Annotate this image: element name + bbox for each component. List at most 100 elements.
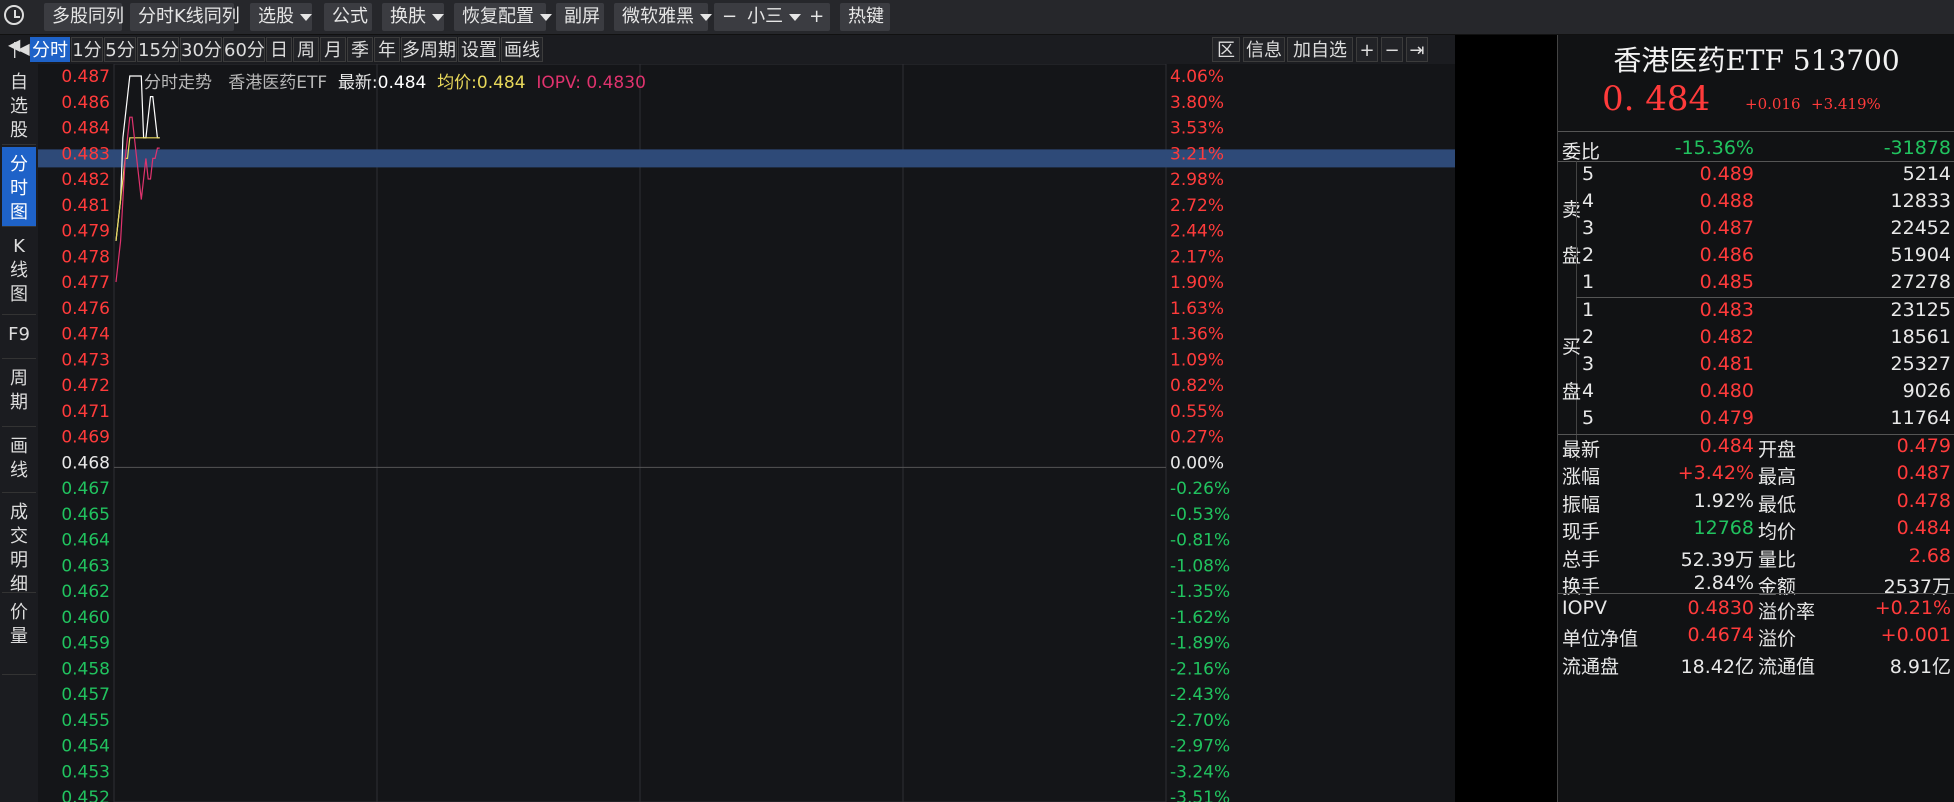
nav-item-label: 分时图 bbox=[10, 154, 28, 223]
toolbar-button-label: 恢复配置 bbox=[462, 6, 534, 27]
pct-tick-label: 2.98% bbox=[1170, 170, 1224, 190]
chart-tool-5[interactable]: ⇥ bbox=[1406, 37, 1428, 62]
order-volume: 27278 bbox=[1890, 271, 1951, 293]
divider bbox=[1576, 297, 1954, 298]
period-tab-1[interactable]: 1分 bbox=[71, 37, 103, 62]
pct-tick-label: -1.08% bbox=[1170, 556, 1230, 576]
chevron-down-icon bbox=[700, 13, 712, 21]
nav-item-3[interactable]: F9 bbox=[2, 317, 36, 359]
last-price: 0. 484 bbox=[1602, 79, 1711, 119]
clock-icon[interactable] bbox=[4, 5, 24, 25]
stat-value: 0.484 bbox=[1896, 517, 1951, 540]
price-tick-label: 0.476 bbox=[61, 299, 110, 319]
toolbar-button-5[interactable]: 恢复配置 bbox=[454, 3, 552, 31]
order-volume: 11764 bbox=[1890, 407, 1951, 429]
toolbar-button-6[interactable]: 副屏 bbox=[556, 3, 604, 31]
font-decrease-button[interactable]: − bbox=[722, 6, 737, 27]
toolbar-button-2[interactable]: 选股 bbox=[250, 3, 312, 31]
toolbar-button-3[interactable]: 公式 bbox=[324, 3, 372, 31]
stat-value: 0.479 bbox=[1896, 435, 1951, 457]
legend-latest-label: 最新: bbox=[337, 73, 378, 93]
price-tick-label: 0.460 bbox=[61, 608, 110, 628]
toolbar-button-8[interactable]: 热键 bbox=[840, 3, 890, 31]
legend-name: 香港医药ETF bbox=[228, 73, 328, 93]
pct-tick-label: 2.72% bbox=[1170, 196, 1224, 216]
chart-tool-0[interactable]: 区 bbox=[1212, 37, 1240, 62]
divider bbox=[1558, 161, 1954, 162]
quote-panel: 香港医药ETF 513700 0. 484 +0.016 +3.419% 委比 … bbox=[1557, 35, 1954, 802]
period-tab-5[interactable]: 60分 bbox=[223, 37, 265, 62]
price-change: +0.016 bbox=[1745, 95, 1801, 113]
nav-item-7[interactable]: 价量 bbox=[2, 595, 36, 675]
chevron-down-icon bbox=[300, 13, 312, 21]
nav-item-6[interactable]: 成交明细 bbox=[2, 495, 36, 595]
pct-tick-label: 0.27% bbox=[1170, 428, 1224, 448]
nav-item-0[interactable]: 自选股 bbox=[2, 65, 36, 145]
pct-tick-label: -0.26% bbox=[1170, 479, 1230, 499]
nav-item-2[interactable]: K线图 bbox=[2, 229, 36, 315]
first-icon[interactable]: |◀ bbox=[12, 39, 32, 59]
toolbar-button-4[interactable]: 换肤 bbox=[382, 3, 444, 31]
pct-tick-label: -0.53% bbox=[1170, 505, 1230, 525]
price-tick-label: 0.463 bbox=[61, 556, 110, 576]
pct-tick-label: -2.97% bbox=[1170, 737, 1230, 757]
period-tab-7[interactable]: 周 bbox=[293, 37, 319, 62]
toolbar-button-label: 多股同列 bbox=[52, 6, 124, 27]
stat-value: 8.91亿 bbox=[1889, 655, 1951, 678]
font-size-control[interactable]: − 小三 + bbox=[714, 3, 830, 31]
chart-tool-3[interactable]: + bbox=[1356, 37, 1378, 62]
font-increase-button[interactable]: + bbox=[809, 6, 824, 27]
period-tab-3[interactable]: 15分 bbox=[137, 37, 179, 62]
period-tab-10[interactable]: 年 bbox=[374, 37, 400, 62]
pct-tick-label: 1.90% bbox=[1170, 273, 1224, 293]
order-volume: 5214 bbox=[1902, 163, 1951, 185]
toolbar-button-label: 副屏 bbox=[564, 6, 600, 27]
chart-tool-2[interactable]: 加自选 bbox=[1287, 37, 1353, 62]
nav-item-label: 成交明细 bbox=[10, 502, 28, 595]
chevron-down-icon bbox=[789, 13, 802, 21]
period-tab-12[interactable]: 设置 bbox=[458, 37, 500, 62]
nav-item-5[interactable]: 画线 bbox=[2, 429, 36, 493]
period-tab-9[interactable]: 季 bbox=[347, 37, 373, 62]
price-tick-label: 0.462 bbox=[61, 582, 110, 602]
price-tick-label: 0.455 bbox=[61, 711, 110, 731]
period-tab-6[interactable]: 日 bbox=[266, 37, 292, 62]
pct-tick-label: 1.36% bbox=[1170, 325, 1224, 345]
period-tab-0[interactable]: 分时 bbox=[30, 37, 70, 62]
nav-item-label: K线图 bbox=[10, 236, 28, 305]
price-tick-label: 0.465 bbox=[61, 505, 110, 525]
toolbar-button-label: 公式 bbox=[332, 6, 368, 27]
nav-item-label: F9 bbox=[8, 324, 30, 345]
price-tick-label: 0.474 bbox=[61, 325, 110, 345]
period-tab-13[interactable]: 画线 bbox=[501, 37, 543, 62]
pct-tick-label: 3.80% bbox=[1170, 93, 1224, 113]
current-price-highlight bbox=[38, 149, 1455, 168]
price-tick-label: 0.482 bbox=[61, 170, 110, 190]
nav-item-4[interactable]: 周期 bbox=[2, 361, 36, 427]
legend-iopv: IOPV: 0.4830 bbox=[536, 73, 646, 93]
order-volume: 18561 bbox=[1890, 326, 1951, 348]
period-tab-8[interactable]: 月 bbox=[320, 37, 346, 62]
toolbar-button-label: 选股 bbox=[258, 6, 294, 27]
chevron-down-icon bbox=[540, 13, 552, 21]
toolbar-button-1[interactable]: 分时K线同列 bbox=[130, 3, 240, 31]
price-tick-label: 0.481 bbox=[61, 196, 110, 216]
chart-tool-1[interactable]: 信息 bbox=[1243, 37, 1285, 62]
pct-tick-label: 4.06% bbox=[1170, 67, 1224, 87]
period-tab-11[interactable]: 多周期 bbox=[401, 37, 457, 62]
pct-tick-label: 0.00% bbox=[1170, 453, 1224, 473]
toolbar-button-7[interactable]: 微软雅黑 bbox=[614, 3, 712, 31]
toolbar-button-0[interactable]: 多股同列 bbox=[44, 3, 124, 31]
left-nav: ◀ 自选股 分时图 K线图 F9 周期 画线 成交明细 价量 bbox=[0, 35, 39, 802]
pct-tick-label: -1.35% bbox=[1170, 582, 1230, 602]
chart-tool-4[interactable]: − bbox=[1381, 37, 1403, 62]
security-title: 香港医药ETF 513700 bbox=[1613, 44, 1900, 77]
period-tab-bar: |◀ 分时 1分 5分 15分 30分 60分日周月季年多周期 设置 画线 区信息 加自选 + − ⇥ bbox=[12, 35, 1455, 65]
order-volume: 51904 bbox=[1890, 244, 1951, 266]
period-tab-2[interactable]: 5分 bbox=[104, 37, 136, 62]
intraday-chart[interactable]: 0.487 4.06% 0.486 3.80% 0.484 3.53% 0.483 3.21%… bbox=[38, 64, 1455, 802]
period-tab-4[interactable]: 30分 bbox=[180, 37, 222, 62]
order-volume: 9026 bbox=[1902, 380, 1951, 402]
nav-item-1[interactable]: 分时图 bbox=[2, 147, 36, 227]
top-toolbar: 多股同列 分时K线同列 选股 公式 换肤 恢复配置 副屏 微软雅黑 热键 − 小三 + bbox=[0, 0, 1954, 35]
